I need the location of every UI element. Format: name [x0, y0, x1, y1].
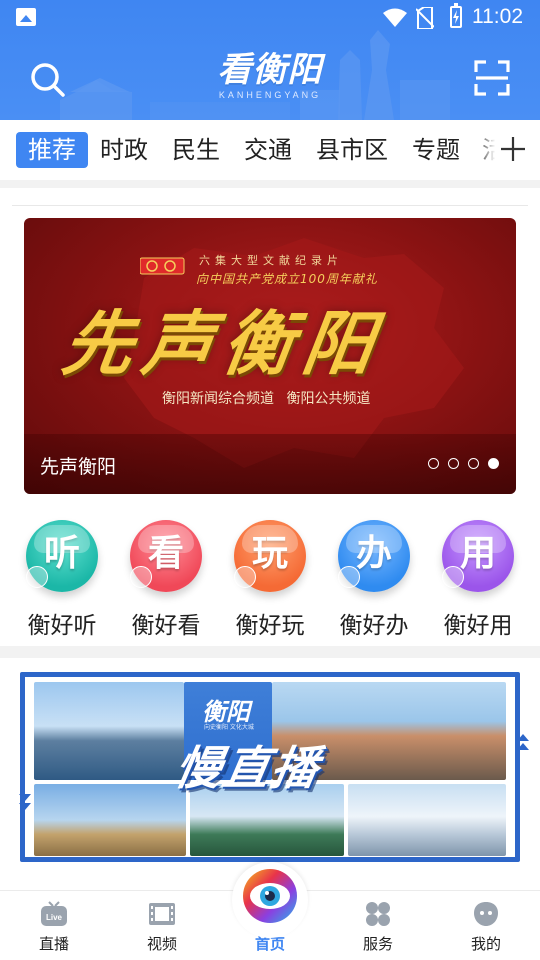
feature-use[interactable]: 用 衡好用 — [426, 520, 530, 640]
tab-traffic[interactable]: 交通 — [244, 132, 292, 168]
tab-counties[interactable]: 县市区 — [316, 132, 388, 168]
app-logo-text: 看衡阳 — [217, 50, 323, 90]
bulb-icon — [442, 566, 464, 588]
carousel-dot[interactable] — [468, 458, 479, 469]
status-time: 11:02 — [472, 5, 523, 28]
status-bar: 11:02 — [0, 0, 540, 36]
eye-logo-icon[interactable] — [232, 862, 308, 938]
tab-topics[interactable]: 专题 — [412, 132, 460, 168]
battery-charging-icon — [450, 3, 462, 28]
services-badge: 办 — [338, 520, 410, 592]
banner-channels: 衡阳新闻综合频道 衡阳公共频道 — [162, 391, 371, 407]
double-up-arrow-icon — [517, 734, 529, 750]
carousel-dot-active[interactable] — [488, 458, 499, 469]
city-photo — [34, 682, 184, 780]
live-brand-tagline: 向史衡阳 文化大城 — [204, 724, 254, 731]
feature-label: 衡好办 — [339, 613, 409, 639]
feature-label: 衡好用 — [443, 613, 513, 639]
temple-photo — [34, 784, 186, 856]
nav-video-label: 视频 — [146, 935, 177, 953]
section-divider — [0, 180, 540, 188]
slow-live-card[interactable]: 衡阳 向史衡阳 文化大城 慢直播 — [12, 670, 529, 876]
feature-play[interactable]: 玩 衡好玩 — [218, 520, 322, 640]
live-title-block: 慢直播 — [171, 732, 372, 795]
carousel-dot[interactable] — [448, 458, 459, 469]
category-tabs: 推荐 时政 民生 交通 县市区 专题 活 — [0, 120, 540, 180]
search-icon[interactable] — [28, 60, 68, 100]
tv-live-icon: Live — [41, 901, 67, 926]
section-divider — [0, 646, 540, 658]
listen-badge: 听 — [26, 520, 98, 592]
plus-icon[interactable] — [500, 136, 526, 162]
nav-profile[interactable]: 我的 — [432, 891, 540, 960]
app-logo: 看衡阳 KANHENGYANG — [210, 50, 330, 106]
feature-label: 衡好听 — [27, 613, 97, 639]
profile-icon — [474, 902, 498, 926]
runner-icon — [338, 566, 360, 588]
svg-text:Live: Live — [46, 913, 63, 922]
tab-livelihood[interactable]: 民生 — [172, 132, 220, 168]
banner-carousel[interactable]: 六集大型文献纪录片 向中国共产党成立100周年献礼 先声衡阳 衡阳新闻综合频道 … — [24, 218, 516, 494]
grid-icon — [366, 902, 390, 926]
eye-icon — [130, 566, 152, 588]
snow-gate-photo — [348, 784, 506, 856]
carousel-dot[interactable] — [428, 458, 439, 469]
feature-label: 衡好玩 — [235, 613, 305, 639]
app-header: 11:02 看衡阳 KANHENGYANG — [0, 0, 540, 120]
banner-subtitle: 六集大型文献纪录片 — [199, 254, 343, 267]
nav-video[interactable]: 视频 — [108, 891, 216, 960]
nav-live[interactable]: Live 直播 — [0, 891, 108, 960]
scan-icon[interactable] — [474, 60, 510, 96]
plane-icon — [234, 566, 256, 588]
live-title: 慢直播 — [170, 741, 325, 795]
feature-services[interactable]: 办 衡好办 — [322, 520, 426, 640]
nav-services-label: 服务 — [362, 935, 393, 953]
feature-label: 衡好看 — [131, 613, 201, 639]
banner-tagline: 向中国共产党成立100周年献礼 — [196, 272, 378, 286]
app-logo-subtext: KANHENGYANG — [218, 90, 322, 100]
tab-politics[interactable]: 时政 — [100, 132, 148, 168]
divider-line — [12, 205, 528, 206]
watch-badge: 看 — [130, 520, 202, 592]
headphones-icon — [26, 566, 48, 588]
play-badge: 玩 — [234, 520, 306, 592]
feature-watch[interactable]: 看 衡好看 — [114, 520, 218, 640]
nav-profile-label: 我的 — [470, 935, 501, 953]
nav-services[interactable]: 服务 — [324, 891, 432, 960]
banner-caption: 先声衡阳 — [40, 456, 117, 478]
gallery-icon — [16, 8, 36, 26]
feature-listen[interactable]: 听 衡好听 — [10, 520, 114, 640]
no-sim-icon — [416, 7, 434, 29]
banner-calligraphy-title: 先声衡阳 — [57, 302, 390, 385]
nav-live-label: 直播 — [38, 935, 69, 953]
film-icon — [149, 903, 175, 925]
wifi-icon — [383, 8, 407, 27]
double-down-arrow-icon — [19, 794, 31, 810]
use-badge: 用 — [442, 520, 514, 592]
tab-recommend[interactable]: 推荐 — [16, 132, 88, 168]
